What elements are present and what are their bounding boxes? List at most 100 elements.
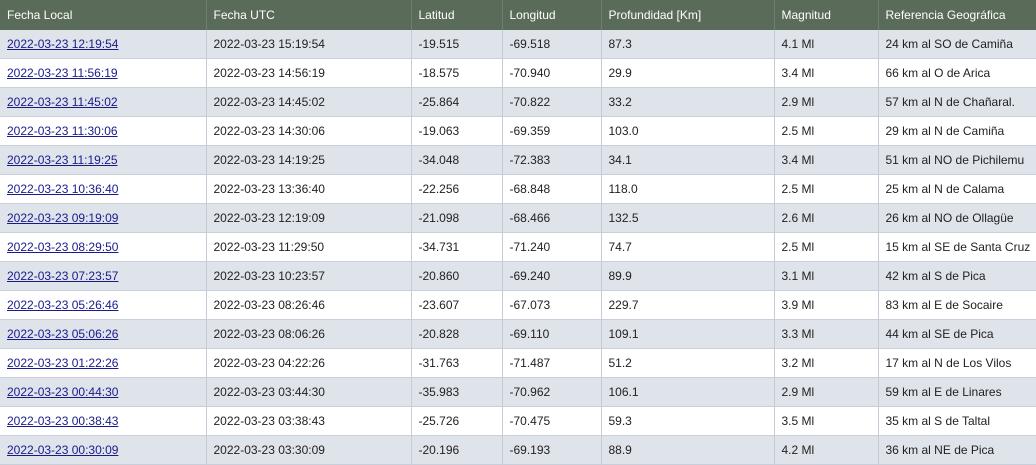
referencia-cell: 83 km al E de Socaire [878, 290, 1036, 320]
header-profundidad[interactable]: Profundidad [Km] [601, 0, 775, 30]
longitud-cell: -70.475 [502, 406, 602, 436]
table-row: 2022-03-23 00:38:43 2022-03-23 03:38:43 -2… [0, 406, 1036, 436]
fecha-local-link[interactable]: 2022-03-23 01:22:26 [7, 356, 118, 370]
table-row: 2022-03-23 11:19:25 2022-03-23 14:19:25 -3… [0, 145, 1036, 175]
latitud-cell: -22.256 [411, 174, 503, 204]
longitud-cell: -72.383 [502, 145, 602, 175]
longitud-cell: -69.110 [502, 319, 602, 349]
longitud-cell: -68.848 [502, 174, 602, 204]
table-row: 2022-03-23 00:30:09 2022-03-23 03:30:09 -2… [0, 435, 1036, 465]
fecha-utc-cell: 2022-03-23 14:19:25 [206, 145, 412, 175]
referencia-cell: 51 km al NO de Pichilemu [878, 145, 1036, 175]
fecha-utc-cell: 2022-03-23 12:19:09 [206, 203, 412, 233]
referencia-cell: 25 km al N de Calama [878, 174, 1036, 204]
referencia-cell: 29 km al N de Camiña [878, 116, 1036, 146]
longitud-cell: -71.240 [502, 232, 602, 262]
fecha-local-link[interactable]: 2022-03-23 00:44:30 [7, 385, 118, 399]
earthquake-table: Fecha Local Fecha UTC Latitud Longitud P… [0, 0, 1036, 465]
latitud-cell: -35.983 [411, 377, 503, 407]
header-row: Fecha Local Fecha UTC Latitud Longitud P… [0, 0, 1036, 30]
fecha-local-link[interactable]: 2022-03-23 11:56:19 [7, 66, 118, 80]
fecha-local-link[interactable]: 2022-03-23 05:26:46 [7, 298, 118, 312]
fecha-local-cell: 2022-03-23 11:19:25 [0, 145, 207, 175]
table-row: 2022-03-23 08:29:50 2022-03-23 11:29:50 -3… [0, 232, 1036, 262]
magnitud-cell: 2.5 Ml [774, 232, 879, 262]
fecha-utc-cell: 2022-03-23 03:30:09 [206, 435, 412, 465]
latitud-cell: -20.196 [411, 435, 503, 465]
profundidad-cell: 34.1 [601, 145, 775, 175]
profundidad-cell: 59.3 [601, 406, 775, 436]
magnitud-cell: 3.5 Ml [774, 406, 879, 436]
profundidad-cell: 103.0 [601, 116, 775, 146]
fecha-local-link[interactable]: 2022-03-23 07:23:57 [7, 269, 118, 283]
table-row: 2022-03-23 07:23:57 2022-03-23 10:23:57 -2… [0, 261, 1036, 291]
fecha-utc-cell: 2022-03-23 14:45:02 [206, 87, 412, 117]
latitud-cell: -25.726 [411, 406, 503, 436]
profundidad-cell: 87.3 [601, 30, 775, 59]
fecha-utc-cell: 2022-03-23 14:56:19 [206, 58, 412, 88]
fecha-utc-cell: 2022-03-23 08:06:26 [206, 319, 412, 349]
table-row: 2022-03-23 00:44:30 2022-03-23 03:44:30 -3… [0, 377, 1036, 407]
referencia-cell: 26 km al NO de Ollagüe [878, 203, 1036, 233]
latitud-cell: -20.828 [411, 319, 503, 349]
header-fecha-utc[interactable]: Fecha UTC [206, 0, 412, 30]
table-row: 2022-03-23 11:30:06 2022-03-23 14:30:06 -1… [0, 116, 1036, 146]
referencia-cell: 42 km al S de Pica [878, 261, 1036, 291]
magnitud-cell: 4.1 Ml [774, 30, 879, 59]
longitud-cell: -68.466 [502, 203, 602, 233]
fecha-local-link[interactable]: 2022-03-23 12:19:54 [7, 37, 118, 51]
fecha-local-link[interactable]: 2022-03-23 05:06:26 [7, 327, 118, 341]
table-row: 2022-03-23 11:45:02 2022-03-23 14:45:02 -2… [0, 87, 1036, 117]
profundidad-cell: 29.9 [601, 58, 775, 88]
fecha-local-link[interactable]: 2022-03-23 08:29:50 [7, 240, 118, 254]
fecha-local-cell: 2022-03-23 01:22:26 [0, 348, 207, 378]
referencia-cell: 15 km al SE de Santa Cruz [878, 232, 1036, 262]
fecha-utc-cell: 2022-03-23 15:19:54 [206, 30, 412, 59]
fecha-local-cell: 2022-03-23 05:26:46 [0, 290, 207, 320]
profundidad-cell: 33.2 [601, 87, 775, 117]
fecha-local-link[interactable]: 2022-03-23 10:36:40 [7, 182, 118, 196]
profundidad-cell: 132.5 [601, 203, 775, 233]
referencia-cell: 17 km al N de Los Vilos [878, 348, 1036, 378]
fecha-local-link[interactable]: 2022-03-23 11:19:25 [7, 153, 118, 167]
fecha-utc-cell: 2022-03-23 04:22:26 [206, 348, 412, 378]
longitud-cell: -70.962 [502, 377, 602, 407]
header-fecha-local[interactable]: Fecha Local [0, 0, 207, 30]
referencia-cell: 24 km al SO de Camiña [878, 30, 1036, 59]
fecha-utc-cell: 2022-03-23 14:30:06 [206, 116, 412, 146]
longitud-cell: -69.518 [502, 30, 602, 59]
magnitud-cell: 3.4 Ml [774, 58, 879, 88]
magnitud-cell: 3.1 Ml [774, 261, 879, 291]
profundidad-cell: 51.2 [601, 348, 775, 378]
table-row: 2022-03-23 11:56:19 2022-03-23 14:56:19 -1… [0, 58, 1036, 88]
fecha-local-cell: 2022-03-23 05:06:26 [0, 319, 207, 349]
fecha-local-cell: 2022-03-23 10:36:40 [0, 174, 207, 204]
latitud-cell: -34.731 [411, 232, 503, 262]
fecha-local-link[interactable]: 2022-03-23 00:30:09 [7, 443, 118, 457]
profundidad-cell: 88.9 [601, 435, 775, 465]
magnitud-cell: 3.9 Ml [774, 290, 879, 320]
magnitud-cell: 2.9 Ml [774, 87, 879, 117]
fecha-local-link[interactable]: 2022-03-23 09:19:09 [7, 211, 118, 225]
fecha-local-cell: 2022-03-23 11:45:02 [0, 87, 207, 117]
referencia-cell: 66 km al O de Arica [878, 58, 1036, 88]
magnitud-cell: 2.6 Ml [774, 203, 879, 233]
fecha-utc-cell: 2022-03-23 11:29:50 [206, 232, 412, 262]
longitud-cell: -69.359 [502, 116, 602, 146]
latitud-cell: -31.763 [411, 348, 503, 378]
fecha-local-cell: 2022-03-23 08:29:50 [0, 232, 207, 262]
header-longitud[interactable]: Longitud [502, 0, 602, 30]
fecha-local-cell: 2022-03-23 00:44:30 [0, 377, 207, 407]
fecha-local-cell: 2022-03-23 07:23:57 [0, 261, 207, 291]
profundidad-cell: 118.0 [601, 174, 775, 204]
header-latitud[interactable]: Latitud [411, 0, 503, 30]
fecha-utc-cell: 2022-03-23 10:23:57 [206, 261, 412, 291]
fecha-local-cell: 2022-03-23 00:38:43 [0, 406, 207, 436]
fecha-local-link[interactable]: 2022-03-23 00:38:43 [7, 414, 118, 428]
header-referencia[interactable]: Referencia Geográfica [878, 0, 1036, 30]
referencia-cell: 57 km al N de Chañaral. [878, 87, 1036, 117]
fecha-local-link[interactable]: 2022-03-23 11:30:06 [7, 124, 118, 138]
fecha-local-link[interactable]: 2022-03-23 11:45:02 [7, 95, 118, 109]
latitud-cell: -34.048 [411, 145, 503, 175]
header-magnitud[interactable]: Magnitud [774, 0, 879, 30]
